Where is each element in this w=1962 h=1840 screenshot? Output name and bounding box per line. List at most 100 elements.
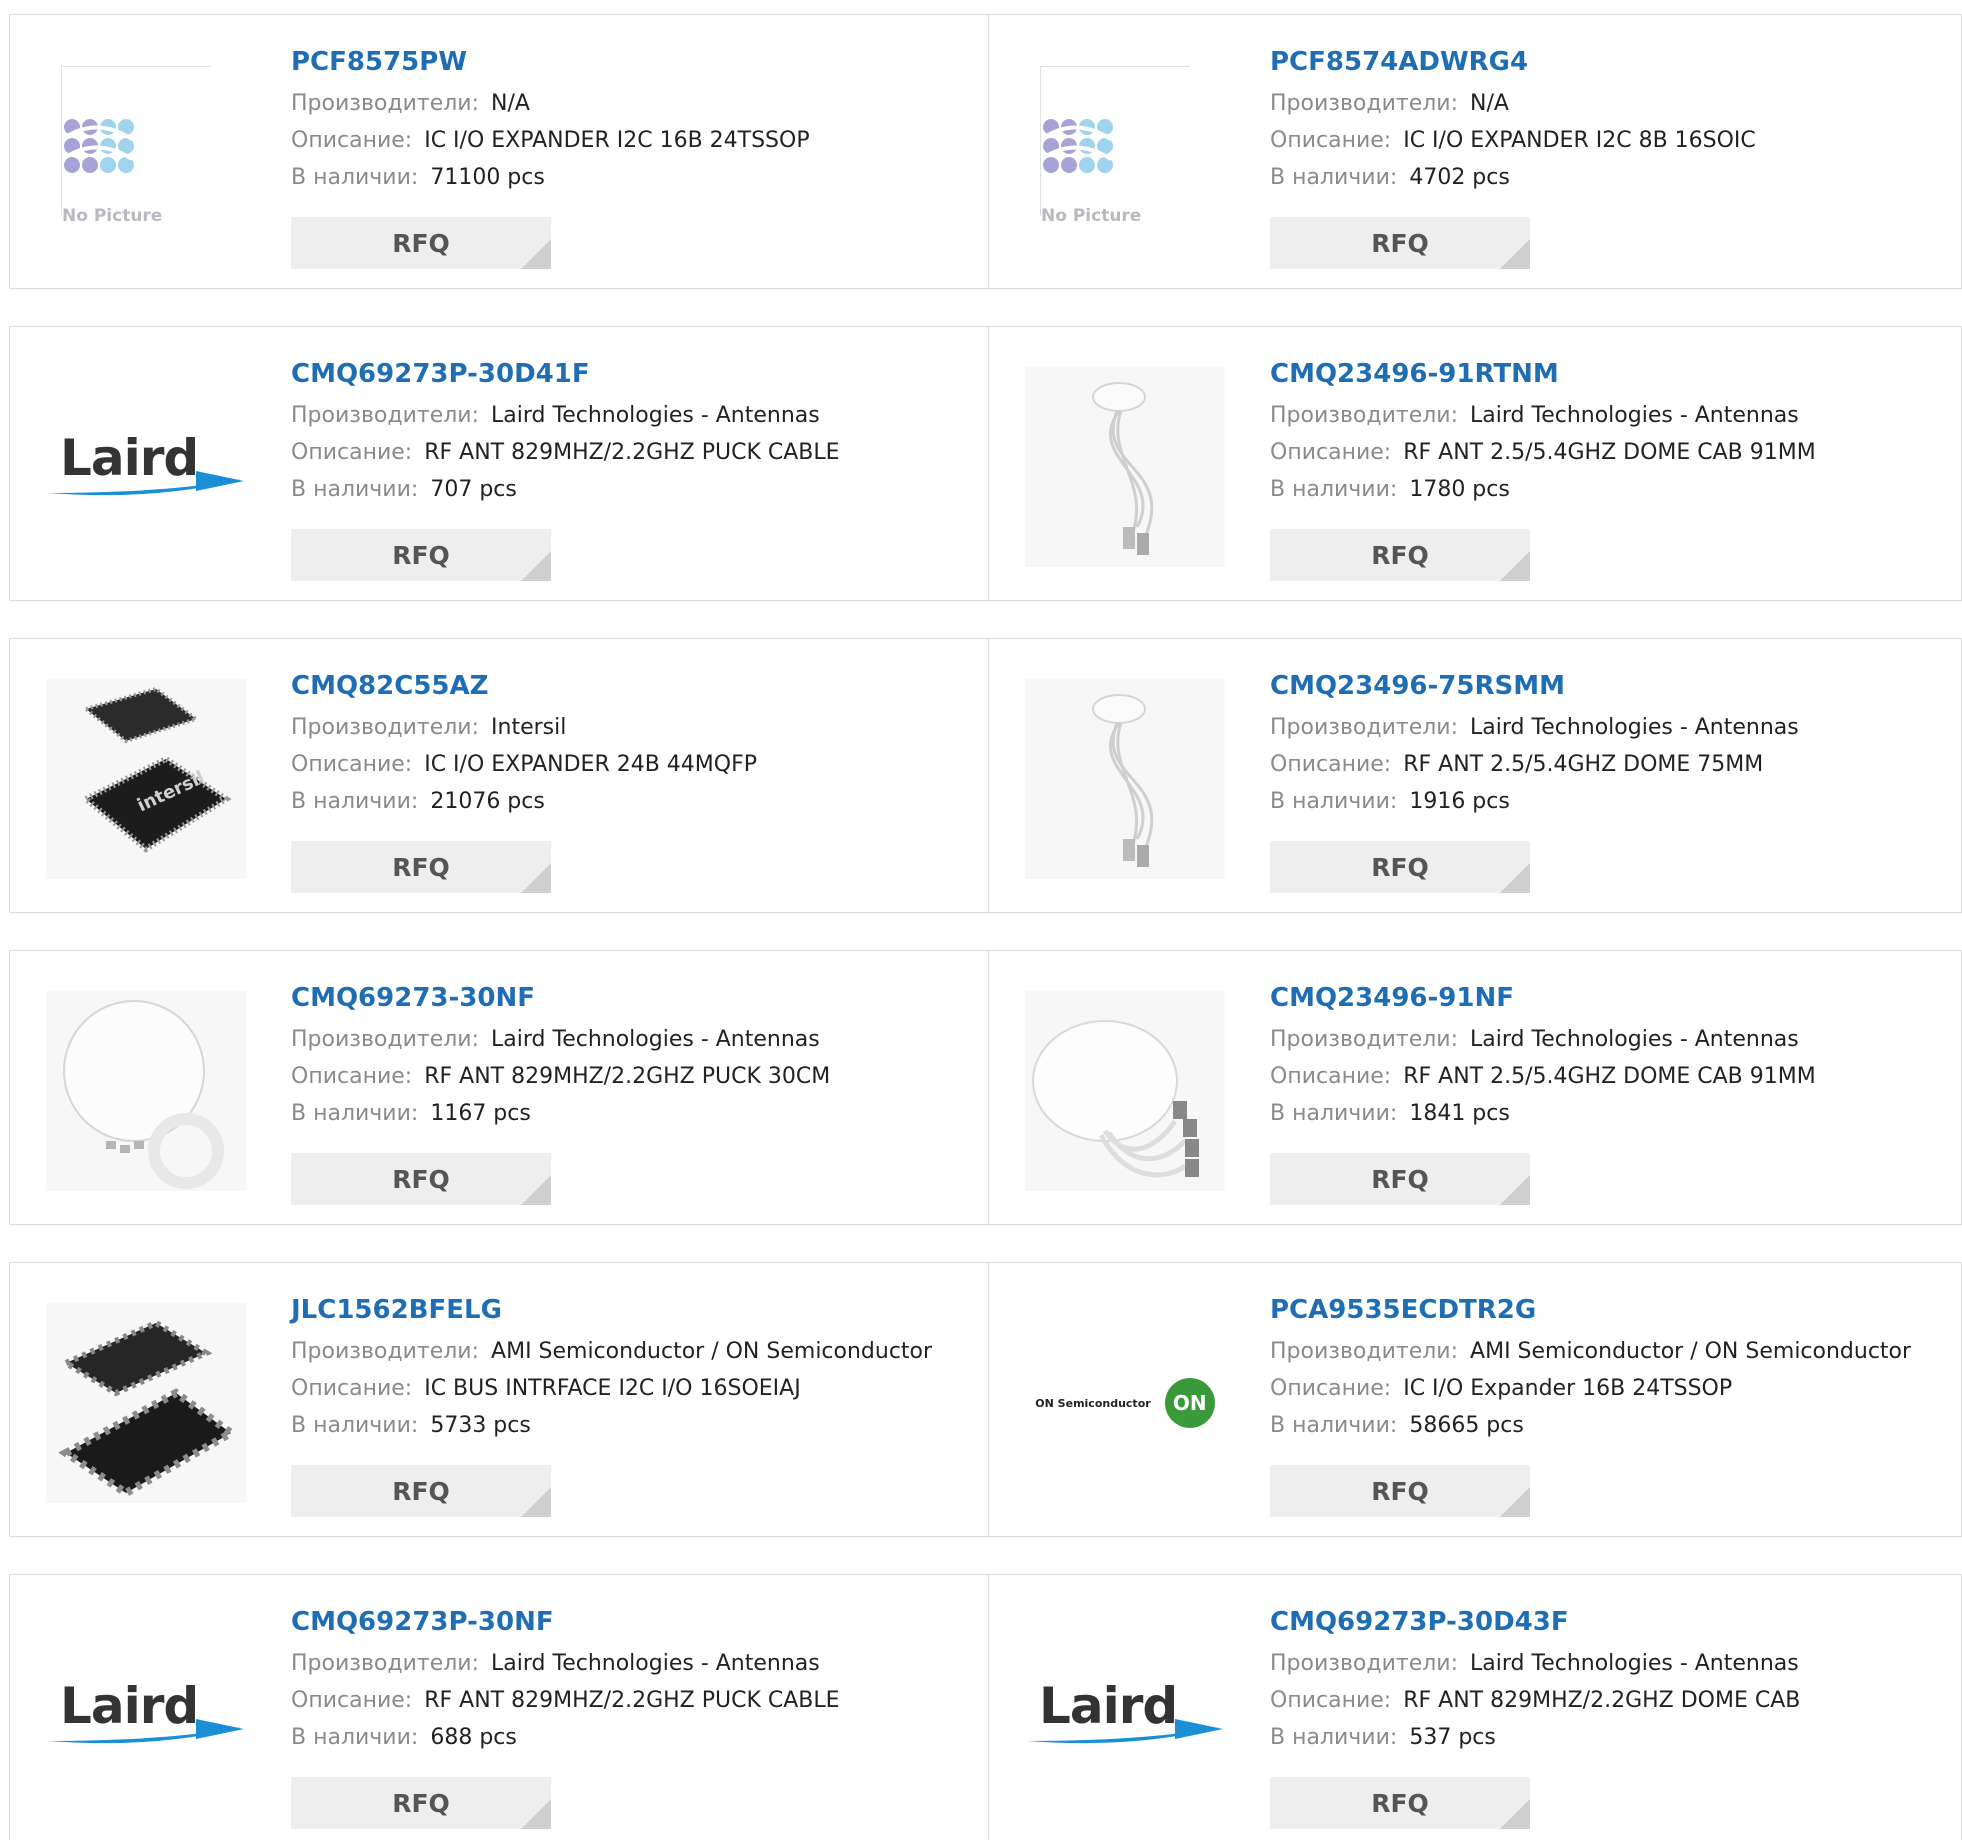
manufacturer-row: Производители: Laird Technologies - Anten… — [1270, 397, 1816, 434]
part-number-link[interactable]: PCA9535ECDTR2G — [1270, 1293, 1911, 1327]
product-image[interactable]: ON Semiconductor ON — [1025, 1303, 1225, 1503]
stock-value: 4702 pcs — [1409, 165, 1510, 190]
product-image[interactable]: No Picture — [46, 55, 246, 255]
manufacturer-row: Производители: Laird Technologies - Anten… — [1270, 1021, 1816, 1058]
part-number-link[interactable]: CMQ82C55AZ — [291, 669, 757, 703]
description-value: IC I/O Expander 16B 24TSSOP — [1403, 1376, 1733, 1401]
on-semi-logo: ON Semiconductor ON — [1035, 1378, 1215, 1428]
description-row: Описание: RF ANT 2.5/5.4GHZ DOME 75MM — [1270, 746, 1799, 783]
stock-row: В наличии: 1780 pcs — [1270, 471, 1816, 508]
description-row: Описание: RF ANT 829MHZ/2.2GHZ PUCK CABLE — [291, 1682, 840, 1719]
product-row: intersil CMQ82C55AZ Производители: Inters… — [9, 638, 1962, 913]
product-image[interactable]: Laird — [46, 367, 246, 567]
stock-row: В наличии: 1916 pcs — [1270, 783, 1799, 820]
qfp-chip-image: intersil — [46, 679, 246, 879]
manufacturer-value: Laird Technologies - Antennas — [491, 1651, 820, 1676]
dome-antenna-image — [1025, 679, 1225, 879]
description-row: Описание: IC I/O EXPANDER I2C 8B 16SOIC — [1270, 122, 1756, 159]
rfq-button[interactable]: RFQ — [1270, 1777, 1530, 1829]
no-picture-placeholder: No Picture — [1040, 66, 1190, 226]
product-image[interactable] — [1025, 679, 1225, 879]
manufacturer-row: Производители: Laird Technologies - Anten… — [1270, 1645, 1800, 1682]
rfq-button[interactable]: RFQ — [1270, 841, 1530, 893]
product-image[interactable]: Laird — [1025, 1615, 1225, 1815]
stock-value: 537 pcs — [1409, 1725, 1496, 1750]
stock-value: 1780 pcs — [1409, 477, 1510, 502]
description-label: Описание: — [291, 752, 413, 777]
product-row: Laird CMQ69273P-30D41F Производители: Lai… — [9, 326, 1962, 601]
manufacturer-value: Laird Technologies - Antennas — [1470, 1027, 1799, 1052]
product-info: CMQ23496-91NF Производители: Laird Techno… — [1270, 981, 1816, 1132]
manufacturer-label: Производители: — [291, 1651, 480, 1676]
rfq-button[interactable]: RFQ — [1270, 529, 1530, 581]
product-info: CMQ82C55AZ Производители: Intersil Описан… — [291, 669, 757, 820]
rfq-button[interactable]: RFQ — [1270, 217, 1530, 269]
no-picture-text: No Picture — [62, 206, 163, 226]
description-value: IC I/O EXPANDER I2C 8B 16SOIC — [1403, 128, 1756, 153]
rfq-button[interactable]: RFQ — [291, 529, 551, 581]
rfq-button[interactable]: RFQ — [1270, 1465, 1530, 1517]
product-card: intersil CMQ82C55AZ Производители: Inters… — [10, 639, 988, 912]
product-info: JLC1562BFELG Производители: AMI Semicondu… — [291, 1293, 932, 1444]
rfq-button[interactable]: RFQ — [291, 1465, 551, 1517]
manufacturer-label: Производители: — [1270, 403, 1459, 428]
stock-row: В наличии: 688 pcs — [291, 1719, 840, 1756]
stock-value: 1841 pcs — [1409, 1101, 1510, 1126]
part-number-link[interactable]: CMQ23496-75RSMM — [1270, 669, 1799, 703]
rfq-button[interactable]: RFQ — [291, 1777, 551, 1829]
part-number-link[interactable]: JLC1562BFELG — [291, 1293, 932, 1327]
part-number-link[interactable]: PCF8575PW — [291, 45, 810, 79]
description-row: Описание: RF ANT 829MHZ/2.2GHZ PUCK 30CM — [291, 1058, 830, 1095]
part-number-link[interactable]: CMQ23496-91RTNM — [1270, 357, 1816, 391]
product-image[interactable] — [1025, 991, 1225, 1191]
rfq-button[interactable]: RFQ — [291, 841, 551, 893]
product-info: CMQ69273P-30NF Производители: Laird Techn… — [291, 1605, 840, 1756]
product-image[interactable]: No Picture — [1025, 55, 1225, 255]
laird-logo: Laird — [46, 1675, 246, 1755]
product-row: JLC1562BFELG Производители: AMI Semicondu… — [9, 1262, 1962, 1537]
product-image[interactable]: Laird — [46, 1615, 246, 1815]
product-row: CMQ69273-30NF Производители: Laird Techno… — [9, 950, 1962, 1225]
manufacturer-row: Производители: Laird Technologies - Anten… — [1270, 709, 1799, 746]
description-row: Описание: RF ANT 2.5/5.4GHZ DOME CAB 91MM — [1270, 434, 1816, 471]
description-label: Описание: — [1270, 1376, 1392, 1401]
manufacturer-row: Производители: Intersil — [291, 709, 757, 746]
description-label: Описание: — [1270, 128, 1392, 153]
product-card: No Picture PCF8575PW Производители: N/A О… — [10, 15, 988, 288]
part-number-link[interactable]: CMQ23496-91NF — [1270, 981, 1816, 1015]
stock-row: В наличии: 58665 pcs — [1270, 1407, 1911, 1444]
manufacturer-label: Производители: — [1270, 1651, 1459, 1676]
part-number-link[interactable]: CMQ69273P-30D41F — [291, 357, 840, 391]
laird-logo: Laird — [1025, 1675, 1225, 1755]
description-value: IC BUS INTRFACE I2C I/O 16SOEIAJ — [424, 1376, 801, 1401]
description-value: RF ANT 829MHZ/2.2GHZ PUCK CABLE — [424, 1688, 840, 1713]
part-number-link[interactable]: PCF8574ADWRG4 — [1270, 45, 1756, 79]
part-number-link[interactable]: CMQ69273P-30NF — [291, 1605, 840, 1639]
stock-value: 1167 pcs — [430, 1101, 531, 1126]
product-image[interactable]: intersil — [46, 679, 246, 879]
stock-label: В наличии: — [291, 789, 419, 814]
stock-value: 21076 pcs — [430, 789, 545, 814]
product-image[interactable] — [1025, 367, 1225, 567]
description-value: RF ANT 2.5/5.4GHZ DOME CAB 91MM — [1403, 440, 1816, 465]
stock-value: 58665 pcs — [1409, 1413, 1524, 1438]
product-card: No Picture PCF8574ADWRG4 Производители: N… — [988, 15, 1961, 288]
product-image[interactable] — [46, 1303, 246, 1503]
rfq-button[interactable]: RFQ — [291, 217, 551, 269]
description-label: Описание: — [291, 1064, 413, 1089]
description-label: Описание: — [1270, 1688, 1392, 1713]
manufacturer-label: Производители: — [291, 91, 480, 116]
manufacturer-label: Производители: — [1270, 1027, 1459, 1052]
stock-label: В наличии: — [291, 165, 419, 190]
description-row: Описание: IC I/O Expander 16B 24TSSOP — [1270, 1370, 1911, 1407]
manufacturer-row: Производители: Laird Technologies - Anten… — [291, 1645, 840, 1682]
product-image[interactable] — [46, 991, 246, 1191]
rfq-button[interactable]: RFQ — [1270, 1153, 1530, 1205]
part-number-link[interactable]: CMQ69273-30NF — [291, 981, 830, 1015]
part-number-link[interactable]: CMQ69273P-30D43F — [1270, 1605, 1800, 1639]
stock-row: В наличии: 1841 pcs — [1270, 1095, 1816, 1132]
product-info: CMQ69273-30NF Производители: Laird Techno… — [291, 981, 830, 1132]
rfq-button[interactable]: RFQ — [291, 1153, 551, 1205]
description-label: Описание: — [291, 1688, 413, 1713]
stock-value: 707 pcs — [430, 477, 517, 502]
